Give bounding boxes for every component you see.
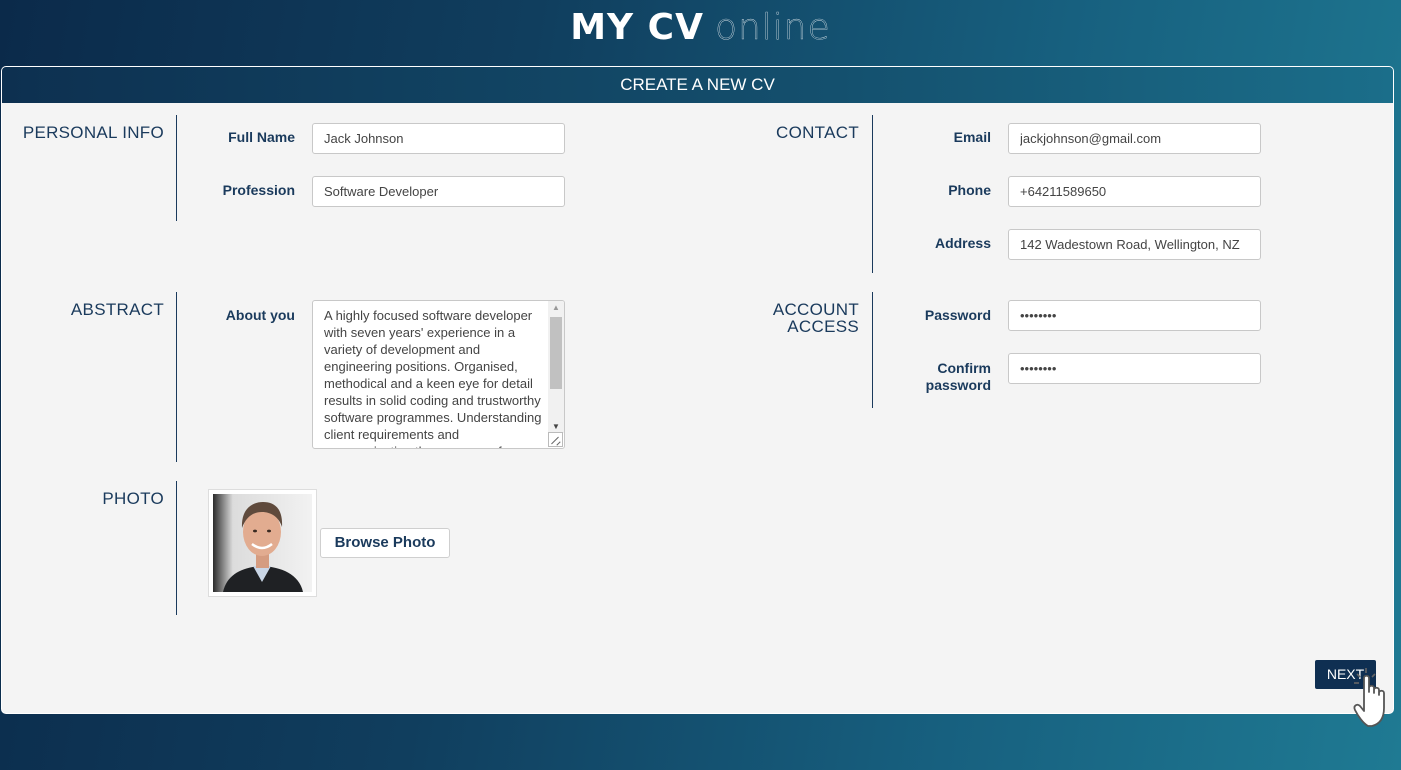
profession-label: Profession [222,182,295,198]
profession-input[interactable] [312,176,565,207]
logo-thin-text: online [714,7,831,48]
profile-photo-image [213,494,312,592]
section-divider [872,292,873,408]
section-divider [176,481,177,615]
scroll-down-arrow-icon[interactable]: ▼ [552,422,560,431]
resize-handle-icon[interactable] [548,432,563,447]
app-logo: MY CV online [0,6,1401,56]
section-divider [176,115,177,221]
section-title-photo: PHOTO [102,489,164,508]
about-you-textarea[interactable]: A highly focused software developer with… [312,300,565,449]
full-name-label: Full Name [228,129,295,145]
address-input[interactable] [1008,229,1261,260]
hand-pointer-icon [1350,666,1394,737]
password-input[interactable] [1008,300,1261,331]
password-label: Password [924,307,991,323]
textarea-scrollbar[interactable]: ▲ ▼ [548,301,564,433]
section-title-contact: CONTACT [776,123,859,142]
confirm-password-label-line1: Confirm [937,360,991,376]
full-name-input[interactable] [312,123,565,154]
email-label: Email [953,129,991,145]
phone-label: Phone [948,182,991,198]
browse-photo-button[interactable]: Browse Photo [320,528,450,558]
section-title-abstract: ABSTRACT [70,300,164,319]
section-title-account-line2: ACCESS [787,317,859,336]
confirm-password-label-line2: password [925,377,991,393]
email-input[interactable] [1008,123,1261,154]
confirm-password-label: Confirm password [882,360,991,394]
section-title-personal-info: PERSONAL INFO [22,123,164,142]
section-divider [176,292,177,462]
address-label: Address [934,235,991,251]
about-you-text: A highly focused software developer with… [324,308,542,448]
confirm-password-input[interactable] [1008,353,1261,384]
logo-bold-text: MY CV [570,7,704,48]
scroll-up-arrow-icon[interactable]: ▲ [552,303,560,312]
section-title-account-access: ACCOUNT ACCESS [722,301,859,335]
card-header: CREATE A NEW CV [2,67,1393,103]
phone-input[interactable] [1008,176,1261,207]
scrollbar-thumb[interactable] [550,317,562,389]
create-cv-card: CREATE A NEW CV PERSONAL INFO Full Name … [1,66,1394,714]
profile-photo [208,489,317,597]
about-you-label: About you [225,307,295,323]
section-divider [872,115,873,273]
